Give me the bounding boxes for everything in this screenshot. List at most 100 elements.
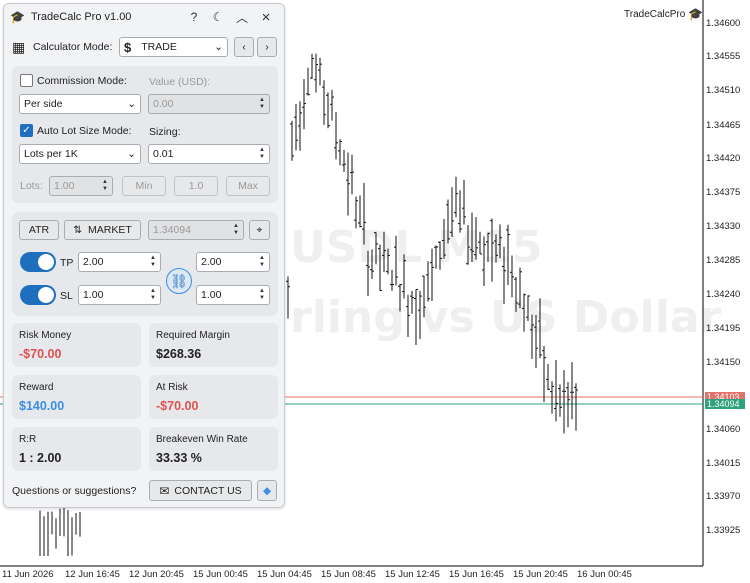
next-mode-button[interactable]: ›: [257, 37, 277, 57]
time-axis-label: 15 Jun 12:45: [385, 569, 440, 580]
reward-card: Reward $140.00: [12, 375, 141, 419]
time-axis-label: 12 Jun 16:45: [65, 569, 120, 580]
reward-label: Reward: [19, 382, 54, 393]
link-icon[interactable]: ⛓: [166, 268, 192, 294]
sl-secondary-value: 1.00: [201, 289, 222, 301]
price-axis-label: 1.34600: [706, 18, 741, 29]
spinner-icon[interactable]: ▲ ▼: [150, 288, 156, 302]
rr-value: 1 : 2.00: [19, 451, 62, 465]
price-axis-label: 1.34555: [706, 51, 741, 62]
lots-one-button[interactable]: 1.0: [174, 176, 218, 196]
breakeven-value: 33.33 %: [156, 451, 202, 465]
market-button[interactable]: ⇅ MARKET: [64, 220, 141, 240]
moon-icon[interactable]: ☾: [206, 10, 230, 24]
commission-mode-select[interactable]: Per side ⌄: [19, 94, 141, 114]
swap-vertical-icon: ⇅: [73, 224, 83, 236]
spinner-icon[interactable]: ▲ ▼: [259, 255, 265, 269]
price-axis-label: 1.34420: [706, 153, 741, 164]
time-axis-label: 15 Jun 04:45: [257, 569, 312, 580]
contact-us-label: CONTACT US: [174, 484, 242, 497]
commission-value-input[interactable]: 0.00 ▲ ▼: [148, 94, 270, 114]
rr-label: R:R: [19, 434, 37, 445]
breakeven-label: Breakeven Win Rate: [156, 434, 248, 445]
spinner-icon[interactable]: ▲ ▼: [102, 179, 108, 193]
time-axis-label: 16 Jun 00:45: [577, 569, 632, 580]
chart-expert-name: TradeCalcPro: [624, 8, 686, 20]
ask-price-label: 1.34094: [705, 399, 745, 409]
calculator-mode-value: TRADE: [141, 41, 177, 53]
risk-money-value: -$70.00: [19, 347, 62, 361]
atr-button[interactable]: ATR: [19, 220, 59, 240]
lots-min-button[interactable]: Min: [122, 176, 166, 196]
lots-max-button[interactable]: Max: [226, 176, 270, 196]
tp-secondary-value: 2.00: [201, 256, 222, 268]
contact-us-button[interactable]: ✉ CONTACT US: [149, 480, 252, 501]
price-axis-label: 1.34510: [706, 85, 741, 96]
graduation-cap-icon: 🎓: [10, 10, 25, 24]
price-axis-label: 1.34465: [706, 120, 741, 131]
commission-mode-label: Commission Mode:: [37, 74, 127, 87]
tp-toggle[interactable]: [20, 252, 56, 272]
spinner-icon[interactable]: ▲ ▼: [259, 147, 265, 161]
price-axis-label: 1.34150: [706, 357, 741, 368]
close-button[interactable]: ×: [254, 9, 278, 26]
market-label: MARKET: [88, 224, 132, 236]
panel-titlebar[interactable]: 🎓 TradeCalc Pro v1.00 ? ☾ ︿ ×: [4, 4, 284, 30]
price-axis-label: 1.33970: [706, 491, 741, 502]
required-margin-card: Required Margin $268.36: [149, 323, 278, 367]
sl-input[interactable]: 1.00 ▲ ▼: [78, 285, 161, 305]
commission-mode-checkbox[interactable]: [20, 74, 33, 87]
price-axis-label: 1.34015: [706, 458, 741, 469]
previous-mode-button[interactable]: ‹: [234, 37, 254, 57]
auto-lot-select[interactable]: Lots per 1K ⌄: [19, 144, 141, 164]
questions-label: Questions or suggestions?: [12, 485, 137, 497]
commission-value-label: Value (USD):: [149, 76, 211, 88]
tradecalc-panel: 🎓 TradeCalc Pro v1.00 ? ☾ ︿ × ▦ Calculat…: [3, 3, 285, 508]
auto-lot-checkbox[interactable]: ✓: [20, 124, 33, 137]
rr-card: R:R 1 : 2.00: [12, 427, 141, 471]
lots-input[interactable]: 1.00 ▲ ▼: [49, 176, 113, 196]
at-risk-card: At Risk -$70.00: [149, 375, 278, 419]
sl-toggle[interactable]: [20, 285, 56, 305]
at-risk-value: -$70.00: [156, 399, 199, 413]
spinner-icon[interactable]: ▲ ▼: [233, 223, 239, 237]
diamond-icon[interactable]: ◆: [257, 480, 277, 501]
price-axis-label: 1.34060: [706, 424, 741, 435]
sizing-input[interactable]: 0.01 ▲ ▼: [148, 144, 270, 164]
tp-label: TP: [60, 257, 74, 269]
sizing-value: 0.01: [153, 148, 174, 160]
risk-money-label: Risk Money: [19, 330, 72, 341]
calculator-mode-label: Calculator Mode:: [33, 41, 113, 53]
spinner-icon[interactable]: ▲ ▼: [150, 255, 156, 269]
dollar-icon: $: [124, 39, 132, 55]
lots-label: Lots:: [20, 180, 43, 192]
lots-value: 1.00: [54, 180, 75, 192]
crosshair-icon[interactable]: ⌖: [249, 220, 270, 240]
price-axis-label: 1.34240: [706, 289, 741, 300]
time-axis-label: 11 Jun 2026: [2, 569, 54, 580]
time-axis-label: 15 Jun 08:45: [321, 569, 376, 580]
tp-value: 2.00: [83, 256, 104, 268]
required-margin-value: $268.36: [156, 347, 202, 361]
tp-input[interactable]: 2.00 ▲ ▼: [78, 252, 161, 272]
time-axis-label: 12 Jun 20:45: [129, 569, 184, 580]
collapse-button[interactable]: ︿: [230, 9, 254, 26]
sl-label: SL: [60, 290, 73, 302]
commission-value: 0.00: [153, 98, 174, 110]
price-axis-label: 1.34285: [706, 255, 741, 266]
spinner-icon[interactable]: ▲ ▼: [259, 97, 265, 111]
sl-value: 1.00: [83, 289, 104, 301]
calculator-mode-select[interactable]: $ TRADE ⌄: [119, 37, 228, 57]
risk-money-card: Risk Money -$70.00: [12, 323, 141, 367]
price-axis-label: 1.34330: [706, 221, 741, 232]
help-button[interactable]: ?: [182, 10, 206, 24]
time-axis-label: 15 Jun 00:45: [193, 569, 248, 580]
tp-secondary-input[interactable]: 2.00 ▲ ▼: [196, 252, 270, 272]
entry-price-input[interactable]: 1.34094 ▲ ▼: [148, 220, 244, 240]
mail-icon: ✉: [159, 483, 170, 498]
at-risk-label: At Risk: [156, 382, 188, 393]
spinner-icon[interactable]: ▲ ▼: [259, 288, 265, 302]
price-axis-label: 1.34375: [706, 187, 741, 198]
panel-title: TradeCalc Pro v1.00: [30, 11, 132, 23]
sl-secondary-input[interactable]: 1.00 ▲ ▼: [196, 285, 270, 305]
